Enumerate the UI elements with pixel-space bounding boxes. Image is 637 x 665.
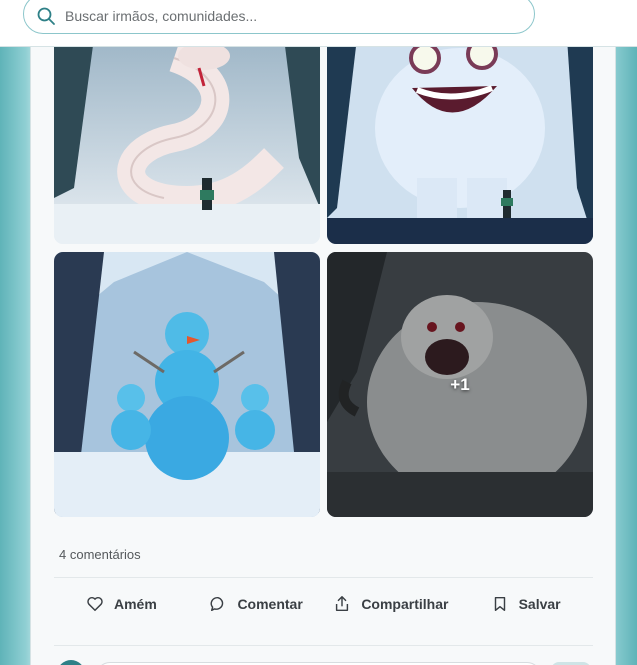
gallery-image-serpent[interactable] — [54, 38, 320, 244]
bookmark-icon — [494, 596, 505, 612]
save-button[interactable]: Salvar — [458, 595, 593, 613]
search-input[interactable] — [65, 8, 485, 24]
divider — [54, 645, 593, 646]
search-icon — [37, 7, 55, 25]
search-box[interactable] — [23, 0, 535, 34]
share-label: Compartilhar — [361, 596, 449, 612]
comment-composer — [54, 660, 593, 665]
amen-button[interactable]: Amém — [54, 595, 189, 613]
gallery-image-snow-giant[interactable] — [327, 38, 593, 244]
more-images-badge[interactable]: +1 — [327, 252, 593, 517]
post-card: +1 4 comentários Amém Comentar Compartil… — [30, 38, 616, 665]
gallery-image-snow-ape[interactable]: +1 — [327, 252, 593, 517]
share-upload-icon — [336, 596, 349, 612]
comment-bubble-icon — [210, 596, 224, 612]
post-actions: Amém Comentar Compartilhar Salvar — [54, 585, 593, 623]
gallery-image-ice-snowmen[interactable] — [54, 252, 320, 517]
amen-label: Amém — [113, 596, 157, 612]
heart-icon — [87, 596, 103, 612]
comment-button[interactable]: Comentar — [189, 595, 324, 613]
comment-label: Comentar — [237, 596, 303, 612]
save-label: Salvar — [518, 596, 561, 612]
avatar[interactable] — [57, 660, 85, 665]
share-button[interactable]: Compartilhar — [324, 595, 459, 613]
comments-count[interactable]: 4 comentários — [59, 547, 141, 562]
divider — [54, 577, 593, 578]
top-bar — [0, 0, 637, 47]
